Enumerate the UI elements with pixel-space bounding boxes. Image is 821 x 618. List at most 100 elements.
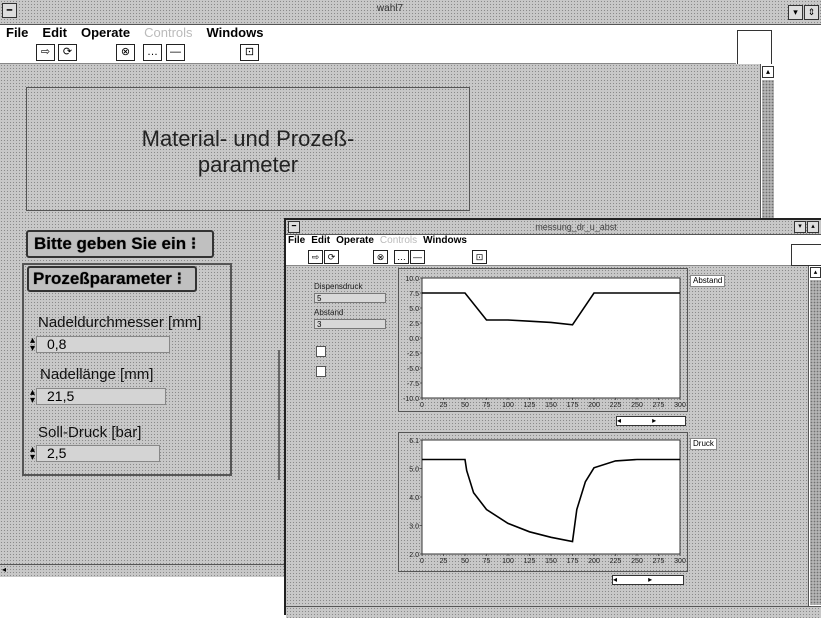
menu-file[interactable]: File xyxy=(288,235,305,246)
secondary-horizontal-scrollbar[interactable] xyxy=(286,606,821,618)
x-tick-label: 175 xyxy=(567,402,579,409)
toggle-switch-icon[interactable] xyxy=(316,346,326,357)
x-tick-label: 25 xyxy=(440,402,448,409)
menu-edit[interactable]: Edit xyxy=(311,235,330,246)
y-tick-label: 5.0 xyxy=(409,467,419,474)
secondary-window-title: messung_dr_u_abst xyxy=(535,222,617,232)
x-tick-label: 125 xyxy=(524,402,536,409)
run-arrow-icon[interactable]: ⇨ xyxy=(36,44,55,61)
x-tick-label: 250 xyxy=(631,558,643,565)
secondary-titlebar[interactable]: ━ messung_dr_u_abst ▾ ▴ xyxy=(286,220,821,235)
main-horizontal-scrollbar[interactable]: ◂ xyxy=(0,564,300,577)
main-window-title: wahl7 xyxy=(376,3,404,14)
target-pressure-field[interactable]: 2,5 xyxy=(36,445,160,462)
minimize-icon[interactable]: ▾ xyxy=(788,5,803,20)
y-tick-label: -2.5 xyxy=(407,351,419,358)
prompt-ring-control[interactable]: Bitte geben Sie ein ⁝ xyxy=(26,230,214,258)
prompt-label: Bitte geben Sie ein xyxy=(34,234,187,253)
y-tick-label: -10.0 xyxy=(403,396,419,403)
secondary-panel: Dispensdruck 5 Abstand 3 Abstand 10.0 7.5… xyxy=(286,266,808,609)
y-tick-label: 7.5 xyxy=(409,291,419,298)
x-tick-label: 100 xyxy=(502,402,514,409)
menu-operate[interactable]: Operate xyxy=(81,25,130,40)
pressure-chart: 6.1 5.0 4.0 3.0 2.00 25 50 75 100 125 150 175 200 225… xyxy=(409,438,686,565)
x-tick-label: 150 xyxy=(545,558,557,565)
dispense-pressure-field[interactable]: 5 xyxy=(314,293,386,303)
menu-controls[interactable]: Controls xyxy=(144,25,192,40)
y-tick-label: -5.0 xyxy=(407,366,419,373)
param-label-needle-diameter: Nadeldurchmesser [mm] xyxy=(38,314,202,331)
run-continuous-icon[interactable]: ⟳ xyxy=(324,250,339,264)
chart-bottom-scrollbar[interactable]: ◂ ▸ xyxy=(612,575,684,585)
menu-operate[interactable]: Operate xyxy=(336,235,374,246)
y-tick-label: 3.0 xyxy=(409,524,419,531)
run-continuous-icon[interactable]: ⟳ xyxy=(58,44,77,61)
system-menu-icon[interactable]: ━ xyxy=(2,3,17,18)
chart-top-scrollbar[interactable]: ◂ ▸ xyxy=(616,416,686,426)
needle-diameter-field[interactable]: 0,8 xyxy=(36,336,170,353)
x-tick-label: 50 xyxy=(461,558,469,565)
title-panel-text: Material- und Prozeß- parameter xyxy=(141,126,355,177)
scroll-up-arrow-icon[interactable]: ▴ xyxy=(762,66,774,78)
main-toolbar: ⇨ ⟳ ⊗ … — ⊡ xyxy=(0,41,736,64)
stop-icon[interactable]: ⊗ xyxy=(373,250,388,264)
secondary-toolbar: ⇨ ⟳ ⊗ … — ⊡ xyxy=(286,248,806,266)
ring-arrow-icon: ⁝ xyxy=(171,269,183,288)
minus-icon[interactable]: — xyxy=(166,44,185,61)
param-label-target-pressure: Soll-Druck [bar] xyxy=(38,424,142,441)
stop-icon[interactable]: ⊗ xyxy=(116,44,135,61)
x-tick-label: 200 xyxy=(588,558,600,565)
legend-druck: Druck xyxy=(690,438,717,450)
distance-label: Abstand xyxy=(314,308,344,317)
distance-chart: 10.0 7.5 5.0 2.5 0.0 -2.5 -5.0 -7.5 -10.00 25 50 75… xyxy=(403,276,686,409)
x-tick-label: 250 xyxy=(631,402,643,409)
minimize-icon[interactable]: ▾ xyxy=(794,221,806,233)
x-tick-label: 300 xyxy=(674,558,686,565)
y-tick-label: 4.0 xyxy=(409,495,419,502)
x-tick-label: 275 xyxy=(653,402,665,409)
system-menu-icon[interactable]: ━ xyxy=(288,221,300,233)
dots-icon[interactable]: … xyxy=(143,44,162,61)
y-tick-label: 0.0 xyxy=(409,336,419,343)
toggle-switch-icon[interactable] xyxy=(316,366,326,377)
secondary-vertical-scrollbar[interactable]: ▴ xyxy=(808,266,821,609)
main-titlebar[interactable]: ━ wahl7 ▾ ⇕ xyxy=(0,0,821,25)
main-menubar: File Edit Operate Controls Windows xyxy=(0,25,736,41)
x-tick-label: 225 xyxy=(610,402,622,409)
scroll-up-arrow-icon[interactable]: ▴ xyxy=(810,267,821,278)
scroll-left-arrow-icon[interactable]: ◂ xyxy=(2,565,11,575)
x-tick-label: 125 xyxy=(524,558,536,565)
menu-file[interactable]: File xyxy=(6,25,28,40)
x-tick-label: 75 xyxy=(483,558,491,565)
dots-icon[interactable]: … xyxy=(394,250,409,264)
y-tick-label: 2.5 xyxy=(409,321,419,328)
parameters-heading[interactable]: Prozeßparameter ⁝ xyxy=(27,266,197,292)
needle-length-field[interactable]: 21,5 xyxy=(36,388,166,405)
y-tick-label: 6.1 xyxy=(409,438,419,445)
legend-abstand: Abstand xyxy=(690,275,726,287)
maximize-icon[interactable]: ⇕ xyxy=(804,5,819,20)
window-icon-box xyxy=(737,30,772,65)
menu-edit[interactable]: Edit xyxy=(42,25,67,40)
x-tick-label: 100 xyxy=(502,558,514,565)
y-tick-label: 10.0 xyxy=(405,276,419,283)
window-icon-box xyxy=(791,244,821,266)
x-tick-label: 175 xyxy=(567,558,579,565)
x-tick-label: 0 xyxy=(420,402,424,409)
menu-windows[interactable]: Windows xyxy=(423,235,467,246)
maximize-icon[interactable]: ▴ xyxy=(807,221,819,233)
menu-windows[interactable]: Windows xyxy=(207,25,264,40)
menu-controls[interactable]: Controls xyxy=(380,235,417,246)
y-tick-label: -7.5 xyxy=(407,381,419,388)
run-arrow-icon[interactable]: ⇨ xyxy=(308,250,323,264)
scroll-track[interactable] xyxy=(810,280,821,605)
distance-field[interactable]: 3 xyxy=(314,319,386,329)
grid-icon[interactable]: ⊡ xyxy=(240,44,259,61)
x-tick-label: 50 xyxy=(461,402,469,409)
title-panel: Material- und Prozeß- parameter xyxy=(26,87,470,211)
x-tick-label: 25 xyxy=(440,558,448,565)
grid-icon[interactable]: ⊡ xyxy=(472,250,487,264)
minus-icon[interactable]: — xyxy=(410,250,425,264)
x-tick-label: 275 xyxy=(653,558,665,565)
y-tick-label: 5.0 xyxy=(409,306,419,313)
